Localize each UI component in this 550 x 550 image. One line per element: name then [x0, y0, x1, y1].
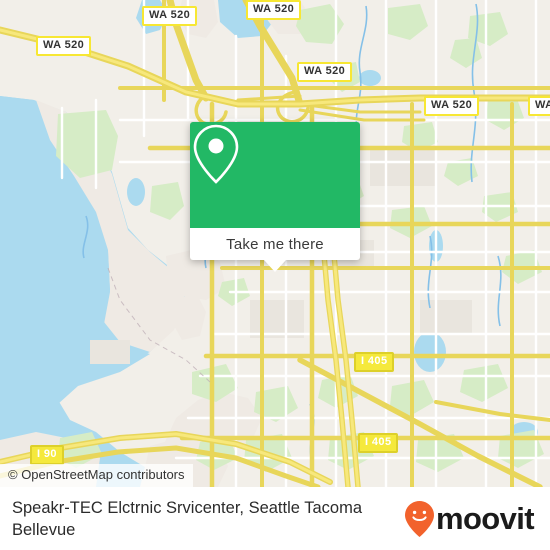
take-me-there-label: Take me there — [226, 235, 324, 253]
highway-shield-wa520: WA 520 — [142, 6, 198, 26]
highway-shield-wa520: WA 520 — [528, 96, 550, 116]
highway-shield-wa520: WA 520 — [424, 96, 480, 116]
moovit-smiley-pin-icon — [404, 500, 434, 537]
moovit-map-screenshot: WA 520 WA 520 WA 520 WA 520 WA 520 WA 52… — [0, 0, 550, 550]
highway-shield-i405: I 405 — [358, 433, 399, 453]
moovit-brand[interactable]: moovit — [404, 500, 535, 538]
place-title: Speakr-TEC Elctrnic Srvicenter, Seattle … — [12, 498, 362, 539]
map-canvas[interactable]: WA 520 WA 520 WA 520 WA 520 WA 520 WA 52… — [0, 0, 550, 487]
highway-shield-wa520: WA 520 — [246, 0, 302, 20]
popup-action-bar[interactable]: Take me there — [190, 228, 360, 260]
highway-shield-i90: I 90 — [30, 445, 64, 465]
popup-pointer-tail — [264, 260, 286, 272]
location-popup-card[interactable]: Take me there — [190, 122, 360, 260]
highway-shield-wa520: WA 520 — [297, 62, 353, 82]
osm-attribution[interactable]: © OpenStreetMap contributors — [0, 464, 193, 487]
map-pin-icon — [193, 124, 239, 184]
footer-bar: Speakr-TEC Elctrnic Srvicenter, Seattle … — [0, 487, 550, 550]
moovit-wordmark: moovit — [435, 501, 535, 536]
highway-shield-i405: I 405 — [354, 352, 395, 372]
popup-header — [190, 122, 360, 228]
highway-shield-wa520: WA 520 — [36, 36, 92, 56]
